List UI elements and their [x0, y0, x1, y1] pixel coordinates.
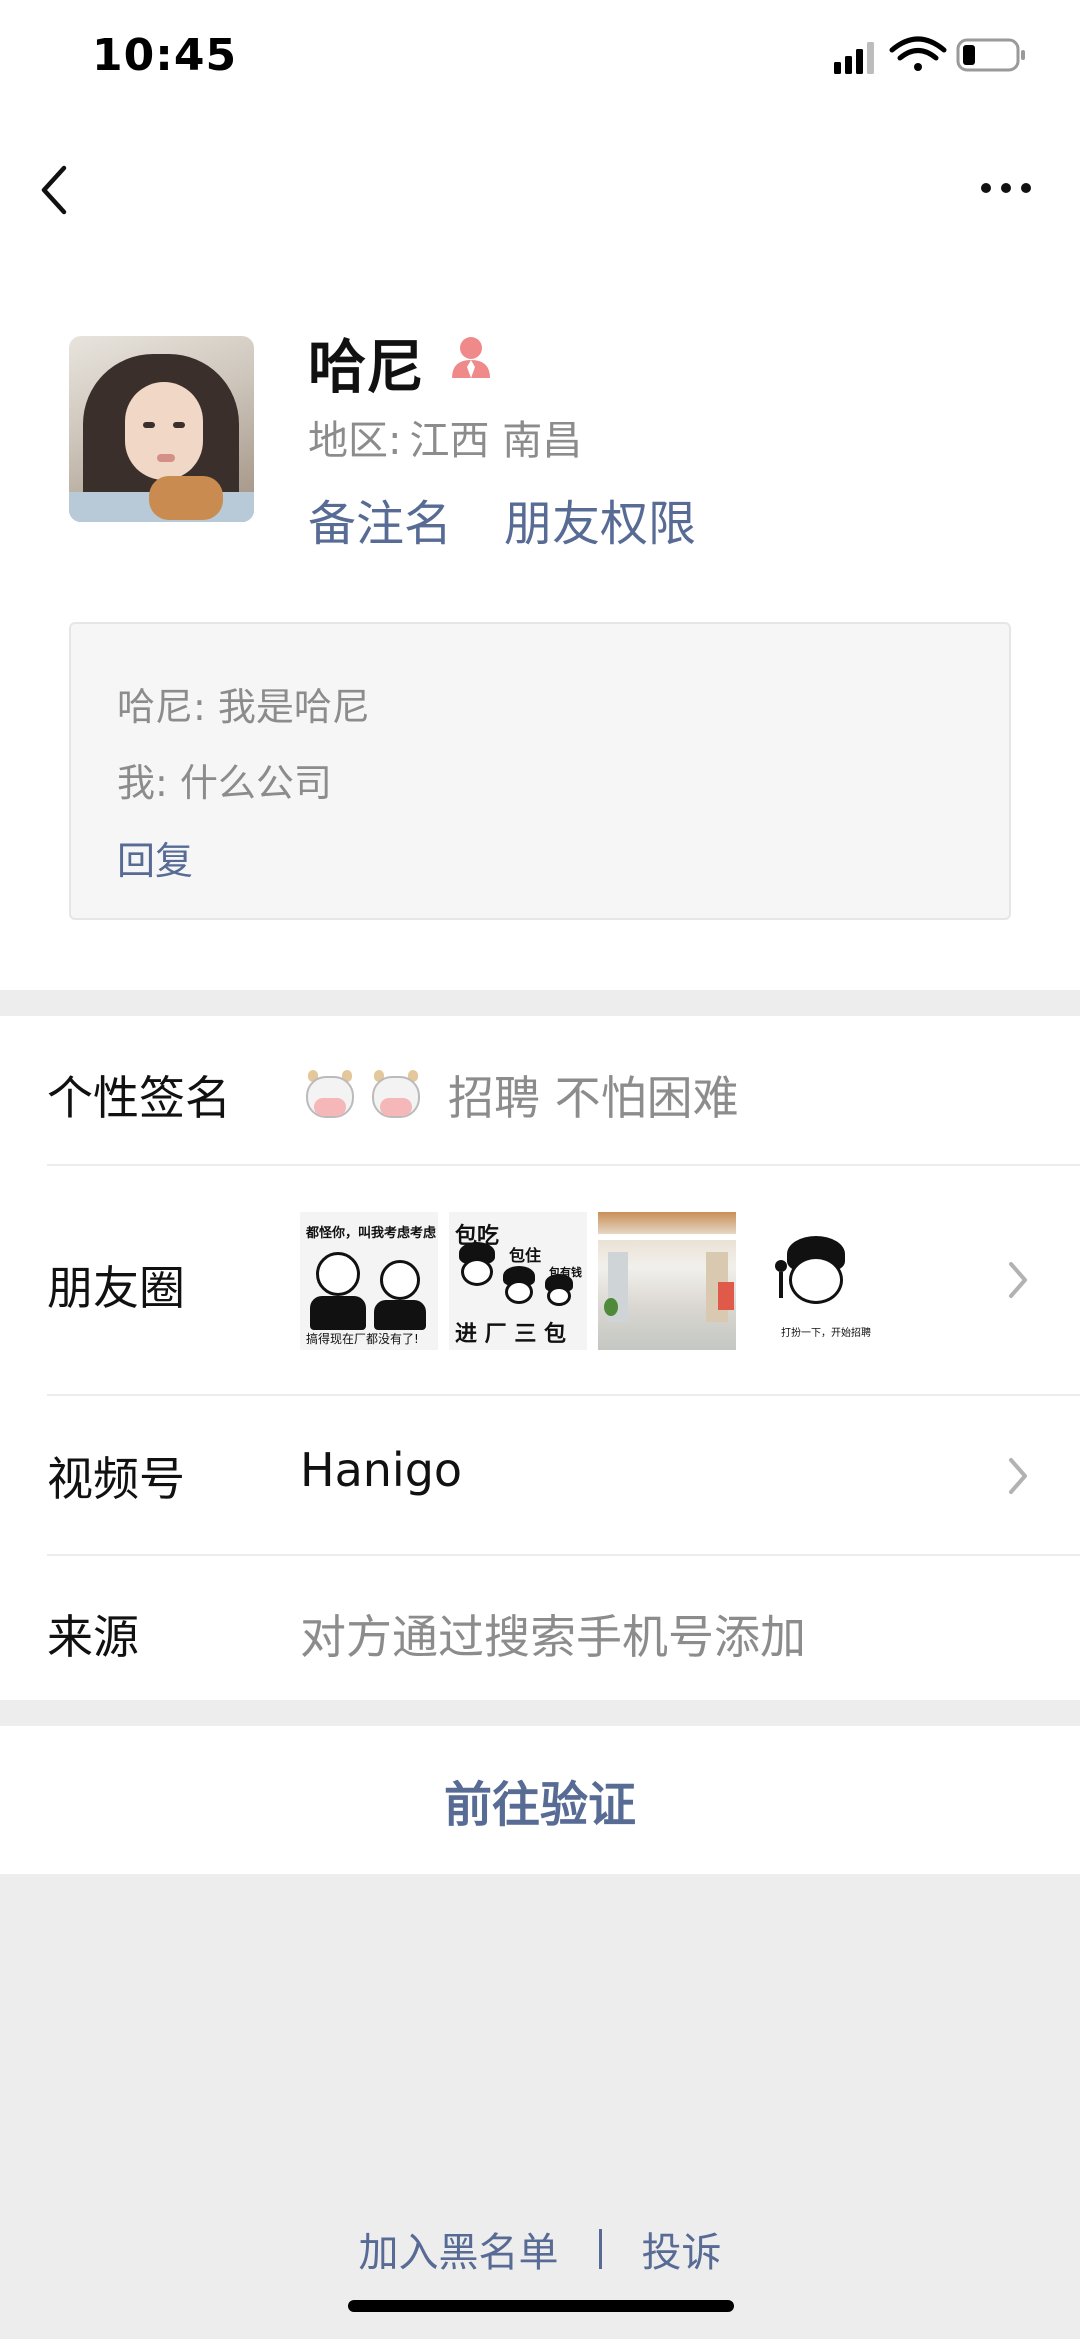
status-time: 10:45: [92, 30, 238, 81]
region-value: 江西 南昌: [409, 418, 583, 464]
status-icons: [830, 34, 1030, 78]
verify-button[interactable]: 前往验证: [0, 1726, 1080, 1874]
message-line: 哈尼: 我是哈尼: [117, 685, 370, 729]
moments-thumbnails: 都怪你，叫我考虑考虑 搞得现在厂都没有了! 包吃 包住 包有钱 进 厂 三 包 …: [300, 1212, 900, 1350]
source-value: 对方通过搜索手机号添加: [300, 1610, 806, 1664]
more-dots-icon: [981, 183, 1031, 193]
home-indicator[interactable]: [348, 2300, 734, 2312]
signature-text: 招聘 不怕困难: [448, 1071, 739, 1125]
moments-chevron: [1006, 1260, 1030, 1304]
signature-label: 个性签名: [47, 1071, 231, 1125]
wifi-icon: [889, 36, 947, 71]
signal-icon: [834, 42, 874, 74]
moments-thumbnail[interactable]: 包吃 包住 包有钱 进 厂 三 包: [449, 1212, 587, 1350]
footer-actions: 加入黑名单 投诉: [0, 2220, 1080, 2278]
more-button[interactable]: [966, 160, 1046, 216]
cow-face-icon: [302, 1070, 358, 1120]
divider: [47, 1554, 1080, 1556]
complain-link[interactable]: 投诉: [642, 2220, 722, 2278]
avatar[interactable]: [69, 336, 254, 522]
remark-link[interactable]: 备注名: [308, 484, 452, 554]
message-line: 我: 什么公司: [117, 761, 332, 805]
chevron-right-icon: [1009, 1262, 1027, 1298]
battery-icon: [956, 38, 1025, 72]
footer-divider: [598, 2229, 602, 2269]
channel-chevron: [1006, 1456, 1030, 1500]
back-button[interactable]: [36, 150, 96, 230]
profile-region: 地区: 江西 南昌: [308, 408, 582, 466]
cow-face-icon: [368, 1070, 424, 1120]
channel-label: 视频号: [47, 1452, 185, 1506]
region-label: 地区:: [308, 418, 402, 464]
blacklist-link[interactable]: 加入黑名单: [359, 2220, 559, 2278]
moments-thumbnail[interactable]: [598, 1212, 736, 1350]
friend-permission-link[interactable]: 朋友权限: [504, 484, 696, 554]
moments-thumbnail[interactable]: 打扮一下，开始招聘: [747, 1212, 885, 1350]
reply-link[interactable]: 回复: [117, 830, 193, 885]
moments-thumbnail[interactable]: 都怪你，叫我考虑考虑 搞得现在厂都没有了!: [300, 1212, 438, 1350]
profile-name: 哈尼: [308, 333, 425, 401]
signature-value: 招聘 不怕困难: [302, 1062, 739, 1128]
source-label: 来源: [47, 1610, 139, 1664]
chevron-right-icon: [1009, 1458, 1027, 1494]
chevron-left-icon: [41, 165, 67, 215]
channel-value: Hanigo: [300, 1443, 463, 1497]
female-user-icon: [450, 334, 492, 380]
moments-label: 朋友圈: [47, 1261, 185, 1315]
